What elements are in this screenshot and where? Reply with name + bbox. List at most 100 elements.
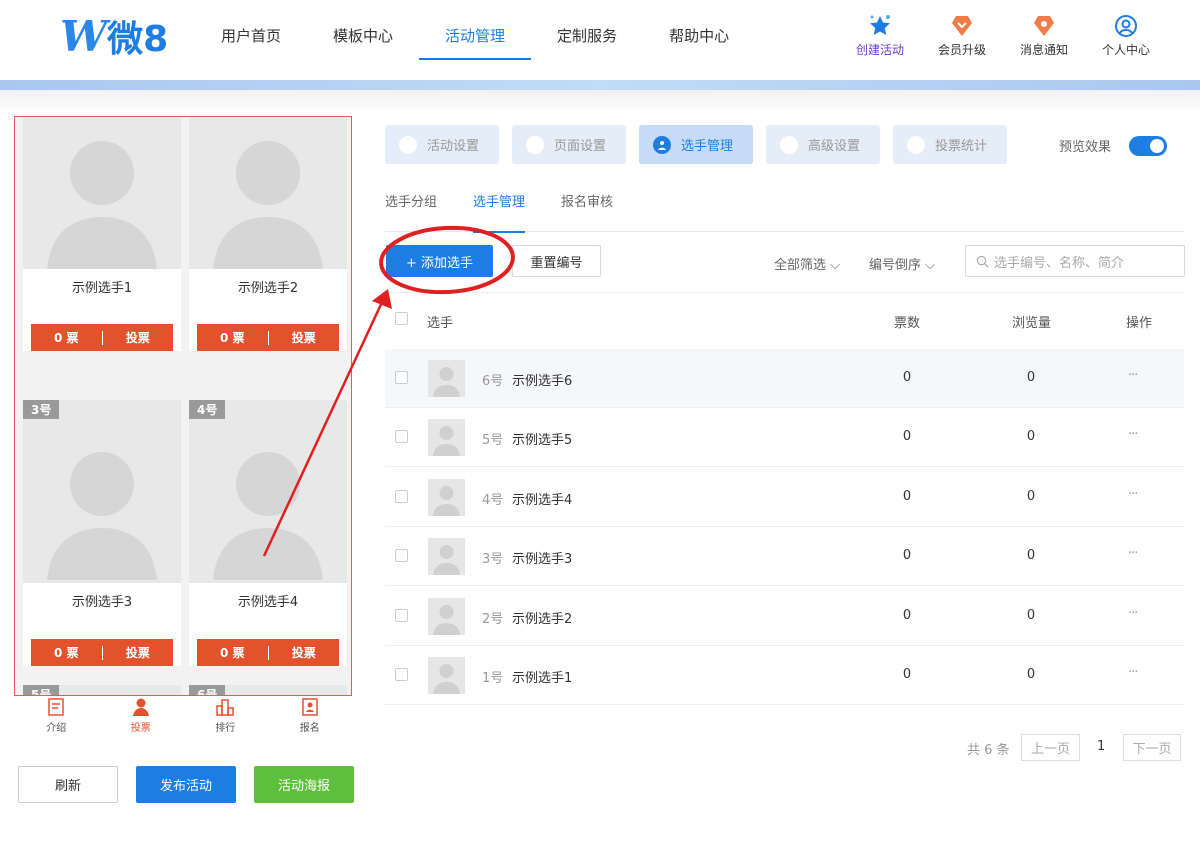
row-checkbox[interactable] xyxy=(395,430,408,443)
create-activity-button[interactable]: 创建活动 xyxy=(840,14,920,58)
star-icon xyxy=(870,15,890,36)
add-player-button[interactable]: + 添加选手 xyxy=(386,245,493,277)
view-count: 0 xyxy=(1026,608,1036,623)
pagination-total: 共 6 条 xyxy=(967,743,1010,758)
personal-center-button[interactable]: 个人中心 xyxy=(1086,14,1166,58)
table-row[interactable]: 6号 示例选手6 0 0 ··· xyxy=(385,349,1184,408)
vote-bar[interactable]: 0 票 投票 xyxy=(31,639,173,666)
notification-button[interactable]: 消息通知 xyxy=(1004,14,1084,58)
row-checkbox[interactable] xyxy=(395,609,408,622)
view-count: 0 xyxy=(1026,667,1036,682)
header-views: 浏览量 xyxy=(1012,316,1052,331)
table-row[interactable]: 2号 示例选手2 0 0 ··· xyxy=(385,587,1184,646)
table-divider xyxy=(385,292,1184,293)
step-activity-settings[interactable]: 活动设置 xyxy=(385,125,499,164)
avatar-placeholder-icon xyxy=(433,426,460,456)
tab-intro[interactable]: 介绍 xyxy=(14,697,99,739)
player-name: 示例选手3 xyxy=(71,595,133,610)
table-row[interactable]: 5号 示例选手5 0 0 ··· xyxy=(385,408,1184,467)
row-checkbox[interactable] xyxy=(395,490,408,503)
tab-vote[interactable]: 投票 xyxy=(99,697,184,739)
subtab-player-groups[interactable]: 选手分组 xyxy=(385,186,437,232)
view-count: 0 xyxy=(1026,489,1036,504)
vote-count: 0 xyxy=(902,608,912,623)
player-number: 6号 xyxy=(482,374,504,389)
header-shadow xyxy=(0,90,1200,108)
player-card-6[interactable]: 6号 xyxy=(189,685,347,695)
refresh-button[interactable]: 刷新 xyxy=(18,766,118,803)
vote-button[interactable]: 投票 xyxy=(269,329,340,346)
player-number: 2号 xyxy=(482,612,504,627)
nav-template-center[interactable]: 模板中心 xyxy=(307,0,419,70)
step-page-settings[interactable]: 页面设置 xyxy=(512,125,626,164)
vote-bar[interactable]: 0 票 投票 xyxy=(31,324,173,351)
row-checkbox[interactable] xyxy=(395,668,408,681)
settings-icon xyxy=(780,135,798,154)
nav-help-center[interactable]: 帮助中心 xyxy=(643,0,755,70)
more-actions-button[interactable]: ··· xyxy=(1128,546,1138,561)
player-card-3[interactable]: 3号 示例选手3 0 票 投票 xyxy=(23,400,181,666)
avatar xyxy=(428,479,465,516)
sort-dropdown[interactable]: 编号倒序 ⌵ xyxy=(869,254,935,273)
player-name: 示例选手4 xyxy=(512,493,573,508)
player-name: 示例选手4 xyxy=(237,595,299,610)
more-actions-button[interactable]: ··· xyxy=(1128,665,1138,680)
step-vote-statistics[interactable]: 投票统计 xyxy=(893,125,1007,164)
tab-ranking[interactable]: 排行 xyxy=(183,697,268,739)
more-actions-button[interactable]: ··· xyxy=(1128,606,1138,621)
nav-user-home[interactable]: 用户首页 xyxy=(195,0,307,70)
vote-count: 0 xyxy=(902,370,912,385)
nav-activity-management[interactable]: 活动管理 xyxy=(419,0,532,70)
step-advanced-settings[interactable]: 高级设置 xyxy=(766,125,880,164)
subtab-signup-review[interactable]: 报名审核 xyxy=(561,186,613,232)
sub-tabs: 选手分组 选手管理 报名审核 xyxy=(385,186,1184,233)
mobile-preview: 1号 示例选手1 0 票投票 2号 示例选手2 0 票投票 3号 示例选手3 0… xyxy=(14,116,352,696)
activity-poster-button[interactable]: 活动海报 xyxy=(254,766,354,803)
step-player-management[interactable]: 选手管理 xyxy=(639,125,753,164)
player-number-badge: 3号 xyxy=(23,400,60,419)
vip-icon xyxy=(952,16,972,36)
publish-activity-button[interactable]: 发布活动 xyxy=(136,766,236,803)
player-number: 1号 xyxy=(482,671,504,686)
vote-button[interactable]: 投票 xyxy=(269,644,340,661)
mobile-tabbar: 介绍 投票 排行 报名 xyxy=(14,697,352,739)
player-card-4[interactable]: 4号 示例选手4 0 票 投票 xyxy=(189,400,347,666)
personal-center-label: 个人中心 xyxy=(1101,43,1150,57)
row-checkbox[interactable] xyxy=(395,371,408,384)
more-actions-button[interactable]: ··· xyxy=(1128,427,1138,442)
vote-button[interactable]: 投票 xyxy=(103,644,174,661)
prev-page-button[interactable]: 上一页 xyxy=(1021,734,1080,761)
preview-effect-label: 预览效果 xyxy=(1059,140,1112,155)
preview-toggle[interactable] xyxy=(1129,136,1167,156)
more-actions-button[interactable]: ··· xyxy=(1128,368,1138,383)
nav-custom-service[interactable]: 定制服务 xyxy=(531,0,643,70)
vote-bar[interactable]: 0 票 投票 xyxy=(197,639,339,666)
vip-upgrade-button[interactable]: 会员升级 xyxy=(922,14,1002,58)
logo[interactable]: W 微8 xyxy=(60,12,168,61)
notification-icon xyxy=(1034,16,1054,36)
next-page-button[interactable]: 下一页 xyxy=(1123,734,1181,761)
current-page[interactable]: 1 xyxy=(1097,739,1105,754)
more-actions-button[interactable]: ··· xyxy=(1128,487,1138,502)
filter-all-dropdown[interactable]: 全部筛选 ⌵ xyxy=(774,254,840,273)
row-checkbox[interactable] xyxy=(395,549,408,562)
player-photo: 3号 xyxy=(23,400,181,583)
header-banner xyxy=(0,80,1200,90)
table-row[interactable]: 4号 示例选手4 0 0 ··· xyxy=(385,468,1184,527)
vip-upgrade-label: 会员升级 xyxy=(937,43,986,57)
player-card-5[interactable]: 5号 xyxy=(23,685,181,695)
subtab-player-management[interactable]: 选手管理 xyxy=(473,186,526,233)
vote-button[interactable]: 投票 xyxy=(103,329,174,346)
statistics-icon xyxy=(907,135,925,154)
vote-bar[interactable]: 0 票 投票 xyxy=(197,324,339,351)
reset-number-button[interactable]: 重置编号 xyxy=(512,245,601,277)
table-row[interactable]: 3号 示例选手3 0 0 ··· xyxy=(385,527,1184,586)
table-row[interactable]: 1号 示例选手1 0 0 ··· xyxy=(385,646,1184,705)
top-header: W 微8 用户首页 模板中心 活动管理 定制服务 帮助中心 创建活动 会员升级 … xyxy=(0,0,1200,80)
search-input[interactable]: 选手编号、名称、简介 xyxy=(965,245,1185,277)
player-card-2[interactable]: 2号 示例选手2 0 票 投票 xyxy=(189,117,347,351)
tab-signup[interactable]: 报名 xyxy=(268,697,353,739)
select-all-checkbox[interactable] xyxy=(395,312,408,325)
player-name: 示例选手5 xyxy=(512,433,573,448)
player-card-1[interactable]: 1号 示例选手1 0 票 投票 xyxy=(23,117,181,351)
